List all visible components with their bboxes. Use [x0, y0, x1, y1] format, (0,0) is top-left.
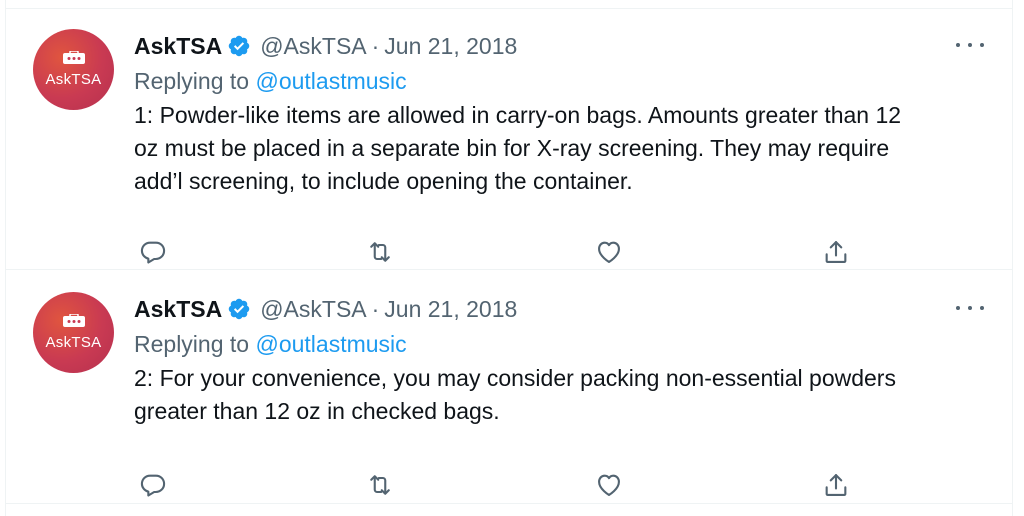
mention-link[interactable]: @outlastmusic: [255, 68, 406, 94]
chat-bubble-icon: [62, 51, 85, 64]
tweet-actions: [134, 470, 854, 500]
tweet[interactable]: AskTSA AskTSA @AskTSA · Jun 21, 2018 Rep…: [6, 8, 1012, 270]
tweet-text-line: oz must be placed in a separate bin for …: [134, 135, 890, 161]
replying-prefix: Replying to: [134, 331, 250, 357]
display-name[interactable]: AskTSA: [134, 296, 222, 323]
replying-to: Replying to @outlastmusic: [134, 65, 984, 97]
tweet-header: AskTSA @AskTSA · Jun 21, 2018: [134, 292, 984, 326]
retweet-button[interactable]: [365, 470, 395, 500]
retweet-icon: [370, 242, 390, 262]
like-icon: [598, 474, 620, 496]
user-handle[interactable]: @AskTSA: [260, 33, 366, 60]
avatar[interactable]: AskTSA: [33, 29, 114, 110]
share-icon: [825, 241, 847, 263]
tweet-header: AskTSA @AskTSA · Jun 21, 2018: [134, 29, 984, 63]
retweet-button[interactable]: [365, 237, 395, 267]
reply-icon: [140, 241, 166, 264]
avatar-text: AskTSA: [45, 71, 102, 88]
reply-button[interactable]: [138, 470, 168, 500]
user-handle[interactable]: @AskTSA: [260, 296, 366, 323]
tweet-text-line: greater than 12 oz in checked bags.: [134, 398, 500, 424]
tweet-date[interactable]: Jun 21, 2018: [384, 33, 517, 60]
share-icon: [825, 474, 847, 496]
replying-prefix: Replying to: [134, 68, 250, 94]
timeline: AskTSA AskTSA @AskTSA · Jun 21, 2018 Rep…: [5, 0, 1013, 516]
share-button[interactable]: [821, 237, 851, 267]
tweet-date[interactable]: Jun 21, 2018: [384, 296, 517, 323]
chat-bubble-icon: [62, 314, 85, 327]
avatar-text: AskTSA: [45, 334, 102, 351]
reply-button[interactable]: [138, 237, 168, 267]
more-icon[interactable]: [956, 35, 984, 55]
tweet-actions: [134, 237, 854, 267]
tweet-text: 1: Powder-like items are allowed in carr…: [134, 99, 984, 198]
reply-icon: [140, 474, 166, 497]
like-icon: [598, 241, 620, 263]
tweet-content: AskTSA @AskTSA · Jun 21, 2018 Replying t…: [134, 292, 984, 497]
separator: ·: [371, 32, 380, 59]
mention-link[interactable]: @outlastmusic: [255, 331, 406, 357]
retweet-icon: [370, 475, 390, 495]
tweet-text-line: 2: For your convenience, you may conside…: [134, 365, 896, 391]
tweet[interactable]: AskTSA AskTSA @AskTSA · Jun 21, 2018 Rep…: [6, 270, 1012, 504]
tweet-text-line: 1: Powder-like items are allowed in carr…: [134, 102, 902, 128]
separator: ·: [371, 295, 380, 322]
verified-badge-icon: [228, 35, 250, 57]
tweet-content: AskTSA @AskTSA · Jun 21, 2018 Replying t…: [134, 29, 984, 264]
verified-badge-icon: [228, 298, 250, 320]
share-button[interactable]: [821, 470, 851, 500]
avatar[interactable]: AskTSA: [33, 292, 114, 373]
more-icon[interactable]: [956, 298, 984, 318]
like-button[interactable]: [594, 470, 624, 500]
tweet-text-line: add’l screening, to include opening the …: [134, 168, 633, 194]
like-button[interactable]: [594, 237, 624, 267]
replying-to: Replying to @outlastmusic: [134, 328, 984, 360]
display-name[interactable]: AskTSA: [134, 33, 222, 60]
tweet-text: 2: For your convenience, you may conside…: [134, 362, 984, 428]
